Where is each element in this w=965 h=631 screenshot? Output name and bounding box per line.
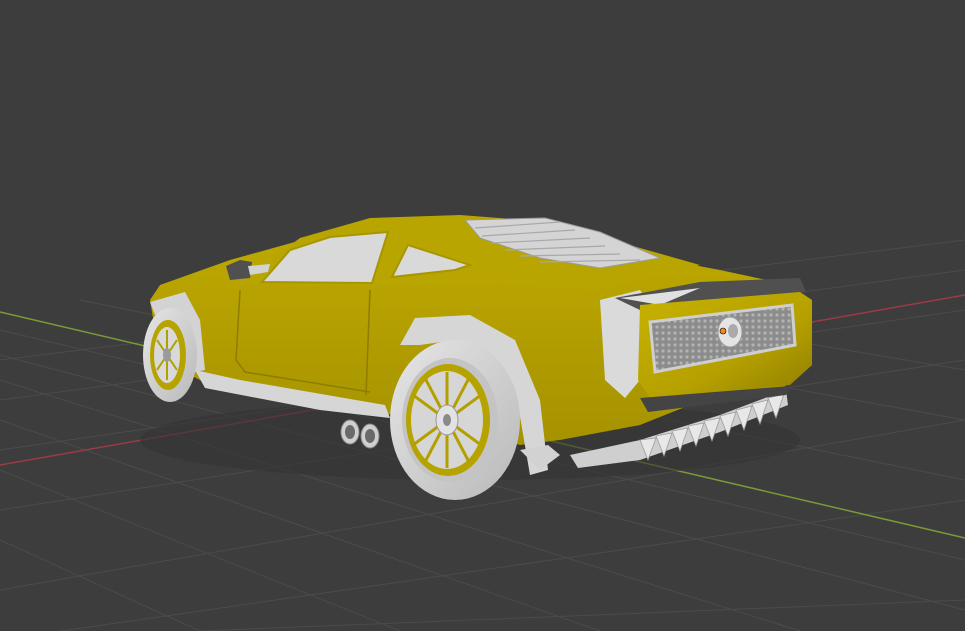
front-wheel bbox=[143, 308, 197, 402]
rear-wheel bbox=[390, 340, 520, 500]
car-model[interactable] bbox=[140, 215, 812, 500]
3d-viewport[interactable] bbox=[0, 0, 965, 631]
viewport-canvas[interactable] bbox=[0, 0, 965, 631]
object-origin-marker bbox=[719, 327, 727, 335]
